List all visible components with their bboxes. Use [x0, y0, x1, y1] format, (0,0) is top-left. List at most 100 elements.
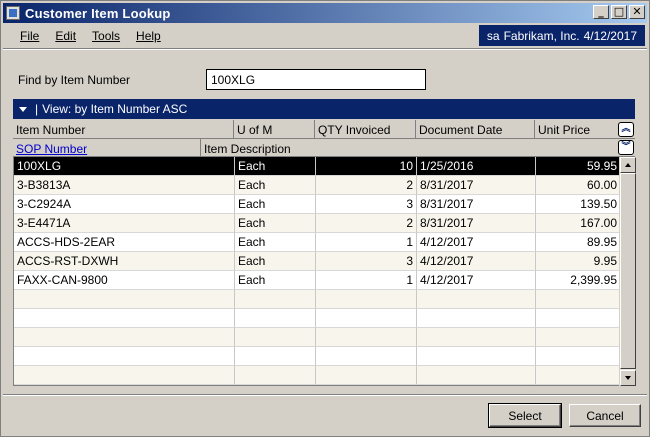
- cell-uom: Each: [235, 252, 316, 271]
- cell-qty: 3: [316, 252, 417, 271]
- cell-price: [536, 290, 619, 309]
- grid-scrollbar[interactable]: [619, 157, 636, 386]
- cell-uom: Each: [235, 157, 316, 176]
- table-row[interactable]: ACCS-RST-DXWH Each 3 4/12/2017 9.95: [14, 252, 619, 271]
- table-row[interactable]: 100XLG Each 10 1/25/2016 59.95: [14, 157, 619, 176]
- session-info: sa Fabrikam, Inc. 4/12/2017: [478, 25, 645, 46]
- column-header-unit-price[interactable]: Unit Price: [535, 120, 615, 138]
- cell-qty: 1: [316, 233, 417, 252]
- cell-qty: [316, 366, 417, 385]
- table-row[interactable]: 3-B3813A Each 2 8/31/2017 60.00: [14, 176, 619, 195]
- column-header-document-date[interactable]: Document Date: [416, 120, 535, 138]
- cell-uom: [235, 328, 316, 347]
- table-row[interactable]: [14, 366, 619, 385]
- title-bar[interactable]: Customer Item Lookup _ □ ✕: [3, 3, 647, 23]
- collapse-rows-icon[interactable]: ︽: [618, 122, 634, 137]
- cell-qty: 2: [316, 214, 417, 233]
- cell-item: ACCS-RST-DXWH: [14, 252, 235, 271]
- table-row[interactable]: [14, 309, 619, 328]
- session-company: Fabrikam, Inc.: [503, 28, 580, 43]
- cell-qty: 10: [316, 157, 417, 176]
- cell-qty: [316, 290, 417, 309]
- cell-price: 60.00: [536, 176, 619, 195]
- cell-price: [536, 366, 619, 385]
- cell-uom: Each: [235, 195, 316, 214]
- expand-rows-icon[interactable]: ︾: [618, 140, 634, 155]
- table-row[interactable]: 3-C2924A Each 3 8/31/2017 139.50: [14, 195, 619, 214]
- cell-qty: [316, 309, 417, 328]
- cell-qty: 3: [316, 195, 417, 214]
- table-row[interactable]: 3-E4471A Each 2 8/31/2017 167.00: [14, 214, 619, 233]
- cell-price: [536, 347, 619, 366]
- grid-subheader: SOP Number Item Description ︾: [13, 139, 635, 157]
- cell-date: 8/31/2017: [417, 195, 536, 214]
- view-label: View: by Item Number ASC: [42, 102, 188, 116]
- cell-qty: 2: [316, 176, 417, 195]
- cell-price: 59.95: [536, 157, 619, 176]
- cell-date: [417, 309, 536, 328]
- column-header-qty-invoiced[interactable]: QTY Invoiced: [315, 120, 416, 138]
- cell-uom: Each: [235, 214, 316, 233]
- cell-date: 4/12/2017: [417, 252, 536, 271]
- session-user: sa: [486, 28, 500, 43]
- table-row[interactable]: FAXX-CAN-9800 Each 1 4/12/2017 2,399.95: [14, 271, 619, 290]
- menu-help[interactable]: Help: [136, 29, 161, 43]
- app-icon: [6, 6, 20, 20]
- cell-item: ACCS-HDS-2EAR: [14, 233, 235, 252]
- session-date: 4/12/2017: [583, 28, 637, 43]
- cell-item: [14, 309, 235, 328]
- cell-price: 2,399.95: [536, 271, 619, 290]
- column-header-u-of-m[interactable]: U of M: [234, 120, 315, 138]
- menu-edit-label: Edit: [55, 28, 77, 43]
- find-item-number-input[interactable]: [206, 69, 426, 90]
- customer-item-lookup-window: Customer Item Lookup _ □ ✕ File Edit Too…: [0, 0, 650, 437]
- menu-tools[interactable]: Tools: [92, 29, 120, 43]
- cell-price: 9.95: [536, 252, 619, 271]
- column-header-item-number[interactable]: Item Number: [13, 120, 234, 138]
- menu-separator: [3, 48, 647, 50]
- footer-separator: [3, 394, 647, 396]
- view-divider: |: [35, 102, 39, 116]
- sop-number-link[interactable]: SOP Number: [16, 142, 87, 156]
- scroll-down-icon[interactable]: [620, 370, 636, 386]
- cell-date: [417, 347, 536, 366]
- cell-price: 167.00: [536, 214, 619, 233]
- scroll-up-icon[interactable]: [620, 157, 636, 173]
- cell-uom: Each: [235, 176, 316, 195]
- cell-item: 3-C2924A: [14, 195, 235, 214]
- cancel-button[interactable]: Cancel: [569, 404, 641, 427]
- cell-item: 3-B3813A: [14, 176, 235, 195]
- cell-qty: 1: [316, 271, 417, 290]
- menu-help-label: Help: [136, 28, 161, 43]
- table-row[interactable]: ACCS-HDS-2EAR Each 1 4/12/2017 89.95: [14, 233, 619, 252]
- cell-item: 3-E4471A: [14, 214, 235, 233]
- table-row[interactable]: [14, 328, 619, 347]
- close-button[interactable]: ✕: [629, 5, 645, 19]
- cell-date: 8/31/2017: [417, 214, 536, 233]
- menu-file-label: File: [20, 28, 40, 43]
- menu-file[interactable]: File: [20, 29, 39, 43]
- menu-edit[interactable]: Edit: [55, 29, 76, 43]
- column-header-sop-number[interactable]: SOP Number: [13, 139, 201, 156]
- view-dropdown-icon[interactable]: [19, 106, 27, 112]
- cell-qty: [316, 347, 417, 366]
- menu-bar: File Edit Tools Help sa Fabrikam, Inc. 4…: [3, 25, 647, 46]
- view-bar[interactable]: | View: by Item Number ASC: [13, 99, 635, 119]
- minimize-button[interactable]: _: [593, 5, 609, 19]
- window-controls: _ □ ✕: [593, 5, 645, 19]
- cell-date: [417, 290, 536, 309]
- table-row[interactable]: [14, 290, 619, 309]
- select-button[interactable]: Select: [488, 403, 562, 428]
- item-grid[interactable]: 100XLG Each 10 1/25/2016 59.95 3-B3813A Each 2 8…: [13, 157, 619, 386]
- cell-uom: [235, 309, 316, 328]
- cell-date: 4/12/2017: [417, 271, 536, 290]
- cell-item: [14, 366, 235, 385]
- cell-date: 8/31/2017: [417, 176, 536, 195]
- cell-date: [417, 328, 536, 347]
- cell-price: 139.50: [536, 195, 619, 214]
- cell-qty: [316, 328, 417, 347]
- scroll-thumb[interactable]: [620, 173, 636, 369]
- table-row[interactable]: [14, 347, 619, 366]
- maximize-button[interactable]: □: [611, 5, 627, 19]
- column-header-item-description[interactable]: Item Description: [201, 139, 615, 156]
